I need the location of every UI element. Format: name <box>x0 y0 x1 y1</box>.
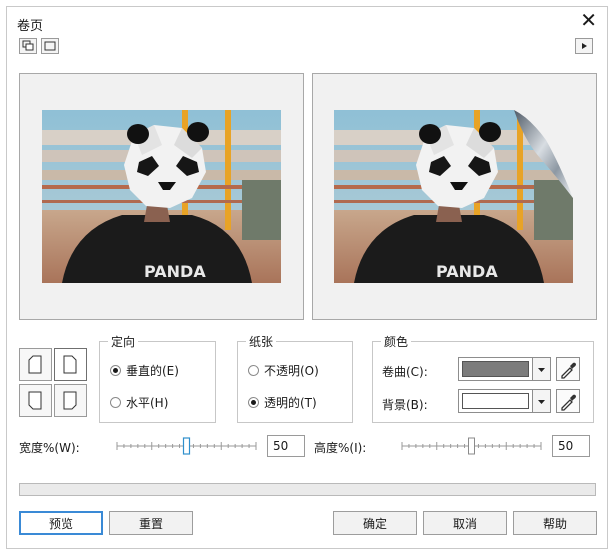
corner-bottom-right-button[interactable] <box>54 384 87 417</box>
curl-color-swatch <box>462 361 529 377</box>
radio-indicator <box>248 397 259 408</box>
curl-color-picker[interactable] <box>458 357 533 381</box>
width-slider-track <box>116 437 257 455</box>
background-eyedropper-button[interactable] <box>556 389 580 413</box>
curl-color-label: 卷曲(C): <box>382 365 428 379</box>
single-view-icon <box>44 41 56 51</box>
result-shirt-text: PANDA <box>436 262 498 281</box>
progress-bar <box>19 483 596 496</box>
eyedropper-icon <box>561 362 576 379</box>
split-view-button[interactable] <box>19 38 37 54</box>
result-preview: PANDA <box>312 73 597 320</box>
radio-indicator <box>110 397 121 408</box>
paper-opaque-label: 不透明(O) <box>264 364 319 378</box>
chevron-down-icon <box>538 400 545 404</box>
expand-button[interactable] <box>575 38 593 54</box>
height-slider-track <box>401 437 542 455</box>
background-color-label: 背景(B): <box>382 398 428 412</box>
page-curl-dialog: 卷页 ✕ PANDA PANDA 定向 垂直的(E) 水平(H) 纸张 不透明(… <box>6 6 608 549</box>
corner-top-left-button[interactable] <box>19 348 52 381</box>
page-corner-bottom-right-icon <box>63 391 77 410</box>
orientation-vertical-radio[interactable]: 垂直的(E) <box>110 362 179 379</box>
single-view-button[interactable] <box>41 38 59 54</box>
orientation-horizontal-label: 水平(H) <box>126 396 169 410</box>
chevron-down-icon <box>538 368 545 372</box>
corner-top-right-button[interactable] <box>54 348 87 381</box>
paper-opaque-radio[interactable]: 不透明(O) <box>248 362 319 379</box>
ok-button[interactable]: 确定 <box>333 511 417 535</box>
width-slider[interactable] <box>115 436 258 456</box>
cancel-button[interactable]: 取消 <box>423 511 507 535</box>
page-corner-bottom-left-icon <box>28 391 42 410</box>
curl-eyedropper-button[interactable] <box>556 357 580 381</box>
paper-group: 纸张 不透明(O) 透明的(T) <box>237 333 353 423</box>
split-view-icon <box>22 40 34 51</box>
orientation-vertical-label: 垂直的(E) <box>126 364 179 378</box>
original-preview: PANDA <box>19 73 304 320</box>
radio-indicator <box>110 365 121 376</box>
radio-indicator <box>248 365 259 376</box>
result-photo: PANDA <box>334 110 573 283</box>
height-slider[interactable] <box>400 436 543 456</box>
background-color-picker[interactable] <box>458 389 533 413</box>
paper-transparent-radio[interactable]: 透明的(T) <box>248 394 317 411</box>
background-color-dropdown[interactable] <box>533 389 551 413</box>
orientation-group: 定向 垂直的(E) 水平(H) <box>99 333 216 423</box>
close-icon[interactable]: ✕ <box>580 9 597 31</box>
width-label: 宽度%(W): <box>19 441 80 455</box>
dialog-title: 卷页 <box>17 19 44 34</box>
reset-button[interactable]: 重置 <box>109 511 193 535</box>
play-arrow-icon <box>582 43 587 49</box>
orientation-title: 定向 <box>108 333 139 350</box>
background-color-swatch <box>462 393 529 409</box>
curl-color-dropdown[interactable] <box>533 357 551 381</box>
original-shirt-text: PANDA <box>144 262 206 281</box>
original-photo: PANDA <box>42 110 281 283</box>
help-button[interactable]: 帮助 <box>513 511 597 535</box>
page-corner-top-right-icon <box>63 355 77 374</box>
corner-bottom-left-button[interactable] <box>19 384 52 417</box>
paper-title: 纸张 <box>246 333 277 350</box>
page-corner-top-left-icon <box>28 355 42 374</box>
preview-button[interactable]: 预览 <box>19 511 103 535</box>
orientation-horizontal-radio[interactable]: 水平(H) <box>110 394 168 411</box>
color-title: 颜色 <box>381 333 412 350</box>
height-label: 高度%(I): <box>314 441 367 455</box>
width-input[interactable]: 50 <box>267 435 305 457</box>
width-slider-thumb[interactable] <box>182 437 191 455</box>
height-slider-thumb[interactable] <box>468 437 475 455</box>
paper-transparent-label: 透明的(T) <box>264 396 317 410</box>
height-input[interactable]: 50 <box>552 435 590 457</box>
eyedropper-icon <box>561 394 576 411</box>
